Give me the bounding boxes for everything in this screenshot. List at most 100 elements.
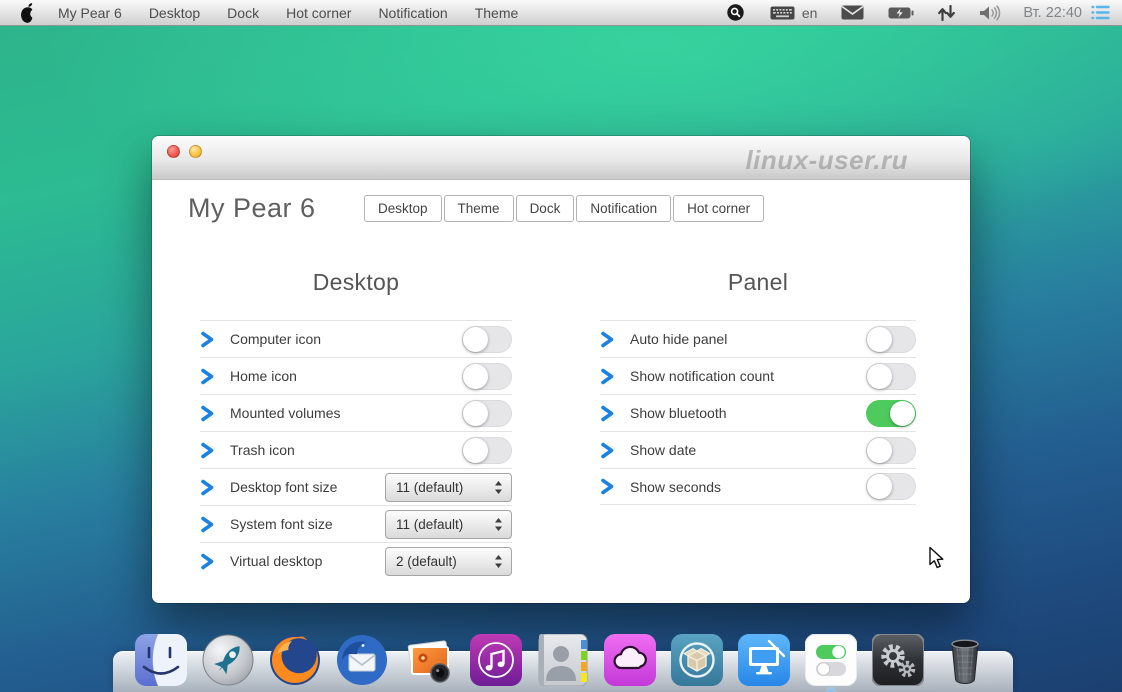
dock-item-photos[interactable] [403, 634, 455, 686]
show-seconds-toggle[interactable] [866, 473, 916, 500]
dock-item-firefox[interactable] [269, 634, 321, 686]
chevron-right-icon [600, 478, 615, 495]
setting-label: Mounted volumes [230, 405, 341, 421]
setting-label: Computer icon [230, 331, 322, 347]
keyboard-icon[interactable] [770, 6, 795, 20]
toggle-knob [890, 400, 915, 426]
stepper-arrows-icon [494, 480, 503, 495]
close-button[interactable] [167, 145, 180, 158]
toggle-knob [867, 474, 892, 499]
menu-item-hot-corner[interactable]: Hot corner [286, 5, 351, 21]
tab-theme[interactable]: Theme [443, 194, 514, 222]
tab-desktop[interactable]: Desktop [364, 194, 442, 222]
toggle-knob [463, 326, 488, 352]
page-title: My Pear 6 [188, 192, 316, 223]
chevron-right-icon [200, 516, 215, 533]
section-heading-panel: Panel [727, 269, 789, 295]
computer-icon-toggle[interactable] [462, 325, 512, 353]
minimize-button[interactable] [189, 145, 202, 158]
chevron-right-icon [600, 405, 615, 422]
system-font-size-select[interactable]: 11 (default) [385, 509, 512, 539]
tab-notification[interactable]: Notification [576, 194, 672, 222]
menu-item-notification[interactable]: Notification [378, 5, 447, 21]
setting-label: Show seconds [630, 478, 722, 495]
tab-bar: Desktop Theme Dock Notification Hot corn… [364, 194, 765, 222]
dock-item-launcher-rocket[interactable] [202, 634, 254, 686]
toggle-knob [867, 437, 892, 463]
setting-row-system-font-size: System font size 11 (default) [200, 505, 512, 542]
panel-settings-column: Panel Auto hide panel Show notification … [600, 269, 916, 579]
toggle-knob [463, 400, 488, 426]
dock-item-cydia[interactable] [671, 634, 723, 686]
dock-item-contacts[interactable] [537, 634, 589, 686]
mouse-cursor [928, 546, 946, 575]
desktop-font-size-select[interactable]: 11 (default) [385, 472, 512, 502]
dock-item-thunderbird[interactable] [336, 634, 388, 686]
setting-label: Show date [630, 442, 697, 458]
clock-label[interactable]: Вт. 22:40 [1023, 5, 1082, 21]
desktop-settings-column: Desktop Computer icon Home icon Mounted … [200, 269, 512, 579]
menu-list-icon[interactable] [1091, 5, 1110, 20]
menu-item-desktop[interactable]: Desktop [149, 5, 200, 21]
show-date-toggle[interactable] [866, 436, 916, 464]
mounted-volumes-toggle[interactable] [462, 399, 512, 427]
menu-item-app[interactable]: My Pear 6 [58, 5, 122, 21]
setting-row-desktop-font-size: Desktop font size 11 (default) [200, 468, 512, 505]
setting-label: Show notification count [630, 368, 774, 384]
setting-row-trash-icon: Trash icon [200, 431, 512, 468]
setting-row-home-icon: Home icon [200, 357, 512, 394]
dock-item-preferences-toggles[interactable] [805, 634, 857, 692]
dock-item-cloud[interactable] [604, 634, 656, 686]
pear-logo-icon[interactable] [18, 2, 36, 24]
tab-dock[interactable]: Dock [515, 194, 575, 222]
updown-arrows-icon[interactable] [938, 4, 956, 21]
toggle-knob [463, 437, 488, 463]
toggle-knob [867, 326, 892, 352]
setting-row-auto-hide-panel: Auto hide panel [600, 320, 916, 357]
chevron-right-icon [200, 331, 215, 348]
volume-icon[interactable] [979, 4, 1001, 21]
setting-label: System font size [230, 516, 333, 532]
setting-row-show-date: Show date [600, 431, 916, 468]
battery-icon[interactable] [888, 7, 914, 19]
tab-hot-corner[interactable]: Hot corner [673, 194, 765, 222]
dock-item-system-tools[interactable] [872, 634, 924, 686]
setting-row-show-bluetooth: Show bluetooth [600, 394, 916, 431]
chevron-right-icon [200, 368, 215, 385]
trash-icon-toggle[interactable] [462, 436, 512, 464]
setting-row-computer-icon: Computer icon [200, 320, 512, 357]
dock [113, 634, 1013, 692]
setting-label: Auto hide panel [630, 331, 728, 347]
watermark: linux-user.ru [745, 145, 908, 175]
virtual-desktop-select[interactable]: 2 (default) [385, 546, 512, 576]
dock-item-trash[interactable] [939, 634, 991, 686]
setting-label: Home icon [230, 368, 297, 384]
auto-hide-panel-toggle[interactable] [866, 325, 916, 353]
select-value: 11 (default) [396, 479, 464, 495]
dock-item-file-manager[interactable] [135, 634, 187, 686]
mail-icon[interactable] [841, 5, 864, 20]
chevron-right-icon [200, 442, 215, 459]
input-language-label[interactable]: en [802, 5, 818, 21]
toggle-knob [867, 363, 892, 389]
stepper-arrows-icon [494, 554, 503, 569]
section-heading-desktop: Desktop [312, 269, 400, 295]
setting-label: Trash icon [230, 442, 295, 458]
setting-row-show-notification-count: Show notification count [600, 357, 916, 394]
menu-item-theme[interactable]: Theme [475, 5, 519, 21]
menu-item-dock[interactable]: Dock [227, 5, 259, 21]
dock-item-display[interactable] [738, 634, 790, 686]
home-icon-toggle[interactable] [462, 362, 512, 390]
window-titlebar[interactable]: linux-user.ru [152, 136, 970, 180]
dock-item-music[interactable] [470, 634, 522, 686]
chevron-right-icon [200, 405, 215, 422]
desktop-screen: My Pear 6 Desktop Dock Hot corner Notifi… [0, 0, 1122, 692]
settings-window: linux-user.ru My Pear 6 Desktop Theme Do… [152, 136, 970, 603]
show-notification-count-toggle[interactable] [866, 362, 916, 390]
setting-row-show-seconds: Show seconds [600, 468, 916, 505]
chevron-right-icon [600, 331, 615, 348]
show-bluetooth-toggle[interactable] [866, 399, 916, 427]
setting-label: Desktop font size [230, 479, 338, 495]
search-icon[interactable] [727, 4, 744, 21]
setting-row-mounted-volumes: Mounted volumes [200, 394, 512, 431]
